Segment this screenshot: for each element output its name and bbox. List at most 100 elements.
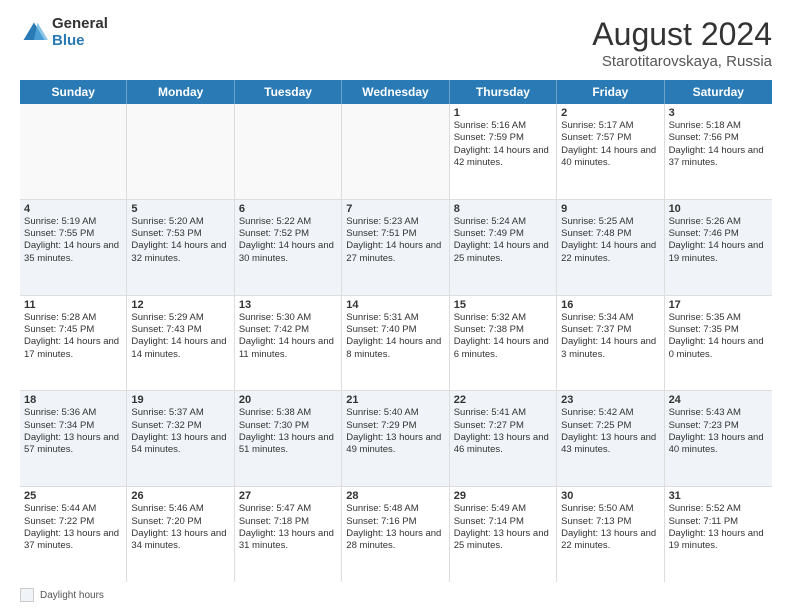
logo-general-text: General (52, 16, 108, 33)
day-cell-6: 6Sunrise: 5:22 AMSunset: 7:52 PMDaylight… (235, 200, 342, 295)
calendar-row-0: 1Sunrise: 5:16 AMSunset: 7:59 PMDaylight… (20, 104, 772, 200)
sunrise: Sunrise: 5:34 AM (561, 312, 659, 324)
sunrise: Sunrise: 5:44 AM (24, 503, 122, 515)
sunrise: Sunrise: 5:42 AM (561, 407, 659, 419)
day-number: 8 (454, 203, 552, 215)
empty-cell (127, 104, 234, 199)
daylight: Daylight: 14 hours and 11 minutes. (239, 336, 337, 361)
daylight: Daylight: 14 hours and 32 minutes. (131, 240, 229, 265)
sunset: Sunset: 7:25 PM (561, 420, 659, 432)
day-number: 4 (24, 203, 122, 215)
day-number: 13 (239, 299, 337, 311)
day-cell-9: 9Sunrise: 5:25 AMSunset: 7:48 PMDaylight… (557, 200, 664, 295)
daylight: Daylight: 13 hours and 37 minutes. (24, 528, 122, 553)
sunrise: Sunrise: 5:35 AM (669, 312, 768, 324)
sunrise: Sunrise: 5:29 AM (131, 312, 229, 324)
day-number: 31 (669, 490, 768, 502)
day-cell-24: 24Sunrise: 5:43 AMSunset: 7:23 PMDayligh… (665, 391, 772, 486)
sunrise: Sunrise: 5:20 AM (131, 216, 229, 228)
sunset: Sunset: 7:51 PM (346, 228, 444, 240)
sunrise: Sunrise: 5:18 AM (669, 120, 768, 132)
daylight: Daylight: 13 hours and 54 minutes. (131, 432, 229, 457)
weekday-header-friday: Friday (557, 80, 664, 104)
day-number: 11 (24, 299, 122, 311)
day-number: 18 (24, 394, 122, 406)
daylight: Daylight: 13 hours and 34 minutes. (131, 528, 229, 553)
empty-cell (342, 104, 449, 199)
day-number: 19 (131, 394, 229, 406)
calendar-header: SundayMondayTuesdayWednesdayThursdayFrid… (20, 80, 772, 104)
sunset: Sunset: 7:27 PM (454, 420, 552, 432)
sunrise: Sunrise: 5:43 AM (669, 407, 768, 419)
daylight-box (20, 588, 34, 602)
day-cell-17: 17Sunrise: 5:35 AMSunset: 7:35 PMDayligh… (665, 296, 772, 391)
sunrise: Sunrise: 5:32 AM (454, 312, 552, 324)
daylight: Daylight: 13 hours and 43 minutes. (561, 432, 659, 457)
daylight: Daylight: 13 hours and 25 minutes. (454, 528, 552, 553)
day-cell-12: 12Sunrise: 5:29 AMSunset: 7:43 PMDayligh… (127, 296, 234, 391)
day-number: 1 (454, 107, 552, 119)
daylight: Daylight: 13 hours and 49 minutes. (346, 432, 444, 457)
day-cell-2: 2Sunrise: 5:17 AMSunset: 7:57 PMDaylight… (557, 104, 664, 199)
day-number: 5 (131, 203, 229, 215)
month-year: August 2024 (592, 16, 772, 53)
day-cell-30: 30Sunrise: 5:50 AMSunset: 7:13 PMDayligh… (557, 487, 664, 582)
daylight: Daylight: 14 hours and 6 minutes. (454, 336, 552, 361)
daylight: Daylight: 14 hours and 8 minutes. (346, 336, 444, 361)
day-cell-3: 3Sunrise: 5:18 AMSunset: 7:56 PMDaylight… (665, 104, 772, 199)
sunset: Sunset: 7:11 PM (669, 516, 768, 528)
sunset: Sunset: 7:16 PM (346, 516, 444, 528)
weekday-header-sunday: Sunday (20, 80, 127, 104)
day-cell-8: 8Sunrise: 5:24 AMSunset: 7:49 PMDaylight… (450, 200, 557, 295)
sunset: Sunset: 7:59 PM (454, 132, 552, 144)
sunrise: Sunrise: 5:23 AM (346, 216, 444, 228)
day-cell-31: 31Sunrise: 5:52 AMSunset: 7:11 PMDayligh… (665, 487, 772, 582)
day-cell-18: 18Sunrise: 5:36 AMSunset: 7:34 PMDayligh… (20, 391, 127, 486)
sunset: Sunset: 7:13 PM (561, 516, 659, 528)
sunset: Sunset: 7:49 PM (454, 228, 552, 240)
calendar: SundayMondayTuesdayWednesdayThursdayFrid… (20, 80, 772, 582)
weekday-header-tuesday: Tuesday (235, 80, 342, 104)
weekday-header-saturday: Saturday (665, 80, 772, 104)
calendar-row-2: 11Sunrise: 5:28 AMSunset: 7:45 PMDayligh… (20, 296, 772, 392)
daylight: Daylight: 13 hours and 31 minutes. (239, 528, 337, 553)
sunset: Sunset: 7:37 PM (561, 324, 659, 336)
sunset: Sunset: 7:56 PM (669, 132, 768, 144)
daylight: Daylight: 13 hours and 28 minutes. (346, 528, 444, 553)
empty-cell (235, 104, 342, 199)
sunrise: Sunrise: 5:48 AM (346, 503, 444, 515)
day-number: 20 (239, 394, 337, 406)
sunset: Sunset: 7:53 PM (131, 228, 229, 240)
sunrise: Sunrise: 5:24 AM (454, 216, 552, 228)
day-number: 22 (454, 394, 552, 406)
day-number: 9 (561, 203, 659, 215)
sunrise: Sunrise: 5:38 AM (239, 407, 337, 419)
day-number: 21 (346, 394, 444, 406)
day-cell-26: 26Sunrise: 5:46 AMSunset: 7:20 PMDayligh… (127, 487, 234, 582)
sunset: Sunset: 7:55 PM (24, 228, 122, 240)
sunrise: Sunrise: 5:47 AM (239, 503, 337, 515)
location: Starotitarovskaya, Russia (592, 53, 772, 70)
daylight-label: Daylight hours (40, 590, 104, 601)
day-cell-16: 16Sunrise: 5:34 AMSunset: 7:37 PMDayligh… (557, 296, 664, 391)
sunset: Sunset: 7:45 PM (24, 324, 122, 336)
day-cell-29: 29Sunrise: 5:49 AMSunset: 7:14 PMDayligh… (450, 487, 557, 582)
daylight: Daylight: 14 hours and 17 minutes. (24, 336, 122, 361)
sunset: Sunset: 7:38 PM (454, 324, 552, 336)
sunset: Sunset: 7:18 PM (239, 516, 337, 528)
day-number: 27 (239, 490, 337, 502)
daylight: Daylight: 13 hours and 22 minutes. (561, 528, 659, 553)
sunset: Sunset: 7:14 PM (454, 516, 552, 528)
daylight: Daylight: 13 hours and 57 minutes. (24, 432, 122, 457)
sunrise: Sunrise: 5:16 AM (454, 120, 552, 132)
day-cell-13: 13Sunrise: 5:30 AMSunset: 7:42 PMDayligh… (235, 296, 342, 391)
sunset: Sunset: 7:40 PM (346, 324, 444, 336)
day-cell-19: 19Sunrise: 5:37 AMSunset: 7:32 PMDayligh… (127, 391, 234, 486)
sunrise: Sunrise: 5:19 AM (24, 216, 122, 228)
day-number: 10 (669, 203, 768, 215)
sunset: Sunset: 7:35 PM (669, 324, 768, 336)
sunrise: Sunrise: 5:50 AM (561, 503, 659, 515)
day-cell-7: 7Sunrise: 5:23 AMSunset: 7:51 PMDaylight… (342, 200, 449, 295)
calendar-row-1: 4Sunrise: 5:19 AMSunset: 7:55 PM Daylight… (20, 200, 772, 296)
day-number: 16 (561, 299, 659, 311)
